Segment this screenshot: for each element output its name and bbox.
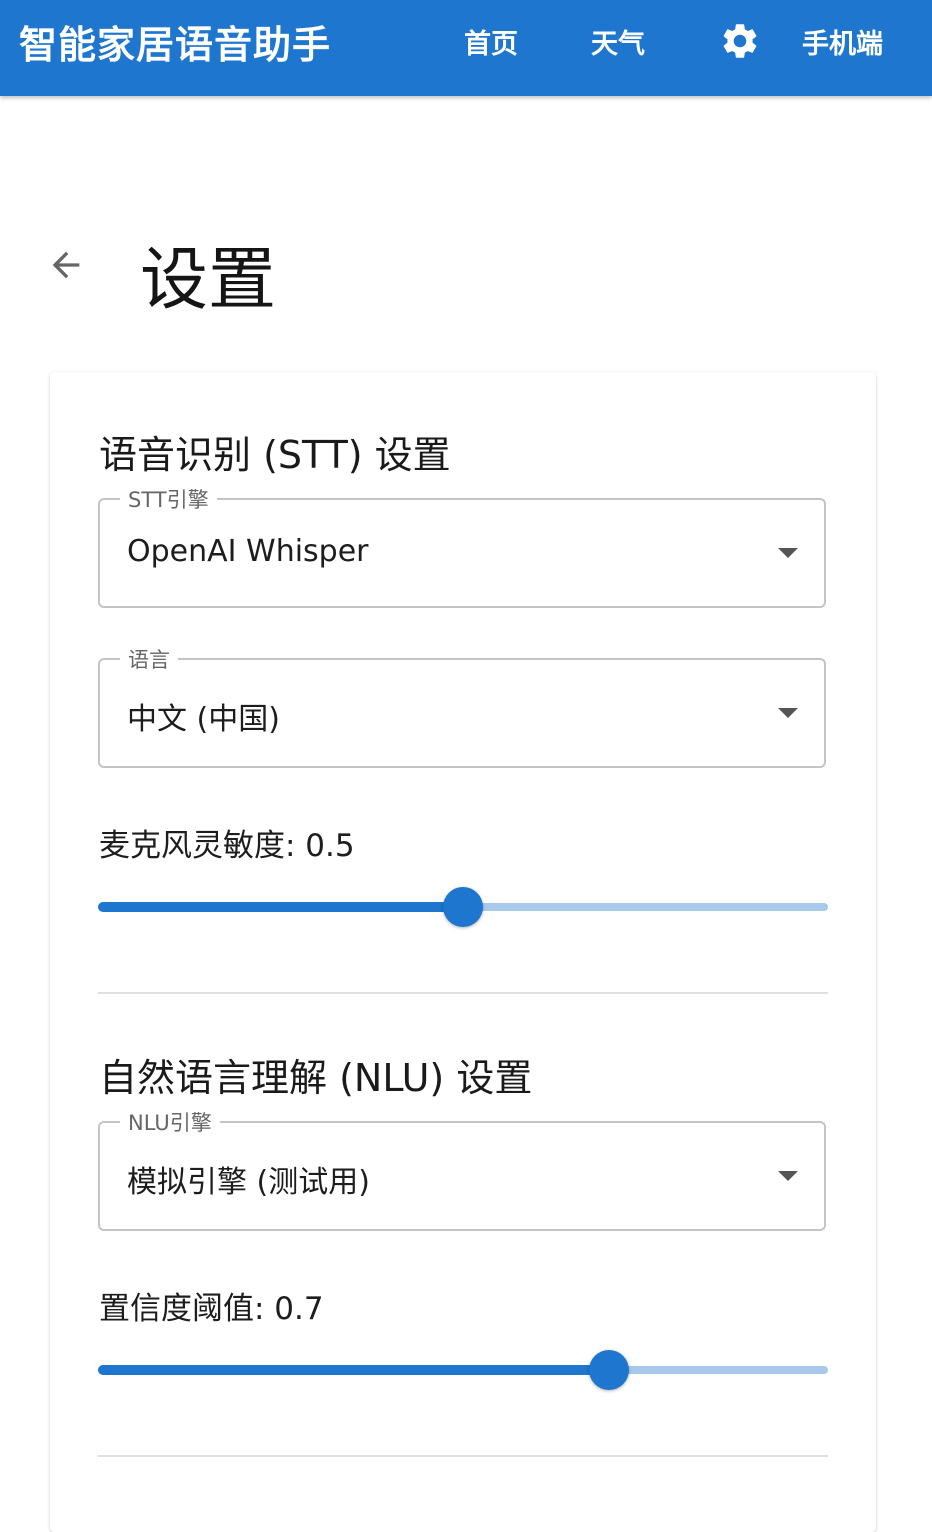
dropdown-caret-icon (778, 548, 798, 558)
section-divider (98, 992, 828, 994)
mic-sensitivity-label: 麦克风灵敏度: 0.5 (99, 828, 355, 864)
dropdown-caret-icon (778, 708, 798, 718)
nav-weather-link[interactable]: 天气 (591, 22, 645, 61)
section-divider (98, 1455, 828, 1457)
nav-mobile-link[interactable]: 手机端 (802, 22, 883, 61)
settings-card: 语音识别 (STT) 设置 STT引擎 OpenAI Whisper 语言 中文… (50, 372, 876, 1532)
stt-section-title: 语音识别 (STT) 设置 (99, 433, 451, 477)
nlu-engine-value: 模拟引擎 (测试用) (127, 1165, 370, 1200)
language-label: 语言 (120, 644, 178, 674)
page-title: 设置 (140, 241, 277, 320)
slider-thumb[interactable] (589, 1350, 629, 1390)
slider-thumb[interactable] (443, 887, 483, 927)
slider-track (98, 1365, 609, 1375)
language-select[interactable]: 语言 中文 (中国) (98, 644, 826, 768)
nlu-section-title: 自然语言理解 (NLU) 设置 (99, 1056, 533, 1100)
stt-engine-select[interactable]: STT引擎 OpenAI Whisper (98, 484, 826, 608)
confidence-threshold-label: 置信度阈值: 0.7 (99, 1291, 324, 1327)
nlu-engine-select[interactable]: NLU引擎 模拟引擎 (测试用) (98, 1107, 826, 1231)
nav-home-link[interactable]: 首页 (464, 22, 518, 61)
confidence-threshold-slider[interactable] (98, 1350, 828, 1390)
mic-sensitivity-slider[interactable] (98, 887, 828, 927)
language-value: 中文 (中国) (127, 702, 280, 737)
stt-engine-value: OpenAI Whisper (127, 534, 369, 569)
stt-engine-label: STT引擎 (120, 484, 217, 514)
gear-icon[interactable] (719, 20, 761, 62)
back-arrow-icon[interactable] (46, 245, 86, 285)
app-title: 智能家居语音助手 (19, 23, 332, 67)
nlu-engine-label: NLU引擎 (120, 1107, 220, 1137)
app-bar: 智能家居语音助手 首页 天气 手机端 (0, 0, 932, 96)
slider-track (98, 902, 463, 912)
dropdown-caret-icon (778, 1171, 798, 1181)
